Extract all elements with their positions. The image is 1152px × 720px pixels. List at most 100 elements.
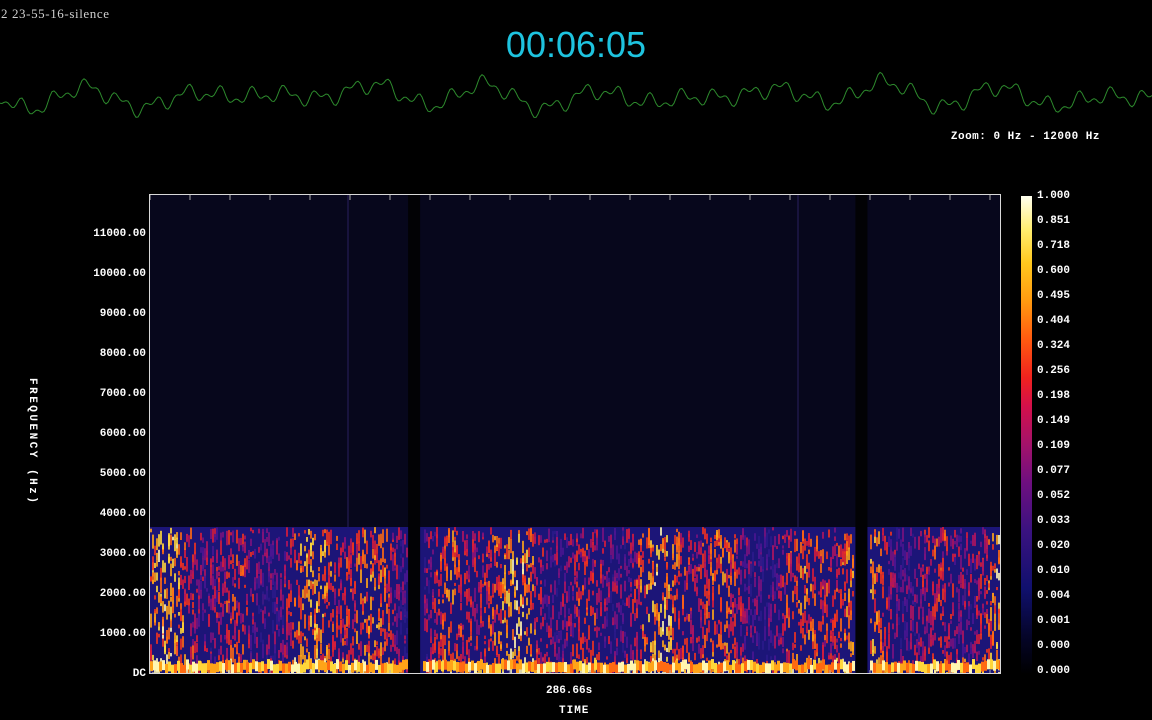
spectral-energy [924,626,926,635]
spectral-energy [714,541,716,548]
dc-energy [180,663,183,673]
spectral-energy [604,540,606,547]
spectral-energy [436,571,438,576]
spectral-energy [324,566,326,575]
spectral-energy [342,593,344,601]
spectral-energy [826,629,828,644]
spectral-energy [670,588,672,591]
spectral-energy [804,634,806,645]
spectral-energy [580,551,582,558]
spectral-energy [614,570,616,583]
spectral-energy [520,594,522,606]
dc-energy [276,663,279,673]
spectral-energy [394,644,396,652]
spectral-energy [566,537,568,548]
spectral-energy [210,575,212,586]
spectral-energy [514,600,516,610]
spectral-energy [724,573,726,583]
spectral-energy [252,615,254,620]
dc-energy [207,660,210,671]
dc-energy [936,661,939,672]
spectral-energy [980,591,982,595]
dc-energy [810,664,813,673]
spectral-energy [728,607,730,613]
spectral-energy [268,532,270,546]
spectral-energy [842,548,844,563]
spectral-energy [684,566,686,576]
dc-energy [969,664,972,673]
spectral-energy [890,581,892,595]
spectral-energy [932,616,934,631]
spectral-energy [572,539,574,547]
spectral-energy [528,547,530,557]
colorbar-label: 0.010 [1037,565,1071,577]
spectral-energy [518,606,520,615]
spectral-energy [632,537,634,551]
spectral-energy [232,647,234,663]
spectral-energy [802,572,804,580]
spectral-energy [1000,531,1001,542]
spectral-energy [962,574,964,589]
spectral-energy [314,630,316,640]
spectral-energy [974,532,976,547]
spectral-energy [344,640,346,646]
dc-energy [369,662,372,673]
spectral-energy [924,646,926,661]
spectral-energy [666,647,668,652]
spectral-energy [798,608,800,614]
spectral-energy [394,603,396,611]
spectral-energy [318,573,320,582]
spectral-energy [552,594,554,603]
spectral-energy [372,617,374,624]
spectral-energy [678,570,680,577]
spectral-energy [718,633,720,647]
spectral-energy [510,602,512,617]
spectral-energy [900,565,902,580]
colorbar-label: 1.000 [1037,190,1071,202]
spectral-energy [522,596,524,605]
spectral-energy [288,672,290,673]
spectral-energy [692,553,694,557]
spectral-energy [526,564,528,572]
spectral-energy [442,594,444,598]
spectral-energy [478,625,480,635]
dc-energy [753,661,756,672]
spectral-energy [802,545,804,560]
spectral-energy [214,598,216,605]
spectral-energy [510,539,512,554]
spectral-energy [662,621,664,632]
spectral-energy [830,635,832,642]
spectral-energy [360,622,362,630]
spectral-energy [674,575,676,586]
spectral-energy [310,599,312,608]
spectral-energy [550,628,552,638]
spectral-energy [460,672,462,673]
spectrogram-plot[interactable] [149,194,1001,674]
spectral-energy [156,560,158,567]
spectral-energy [444,612,446,622]
spectral-energy [946,636,948,649]
spectral-energy [708,578,710,593]
spectral-energy [360,556,362,570]
spectral-energy [180,608,182,622]
spectral-energy [876,659,878,664]
spectral-energy [556,537,558,551]
spectral-energy [964,658,966,662]
spectral-energy [744,611,746,624]
spectral-energy [994,563,996,569]
dc-energy [639,660,642,671]
spectral-energy [398,565,400,580]
spectral-energy [286,541,288,547]
spectral-energy [824,580,826,596]
spectral-energy [462,634,464,641]
spectral-energy [308,549,310,565]
spectral-energy [822,531,824,539]
spectral-energy [830,618,832,623]
spectral-energy [940,562,942,568]
spectral-energy [834,589,836,600]
spectral-energy [584,636,586,643]
spectral-energy [838,589,840,594]
spectral-energy [630,593,632,597]
spectral-energy [162,543,164,550]
spectral-energy [726,655,728,661]
